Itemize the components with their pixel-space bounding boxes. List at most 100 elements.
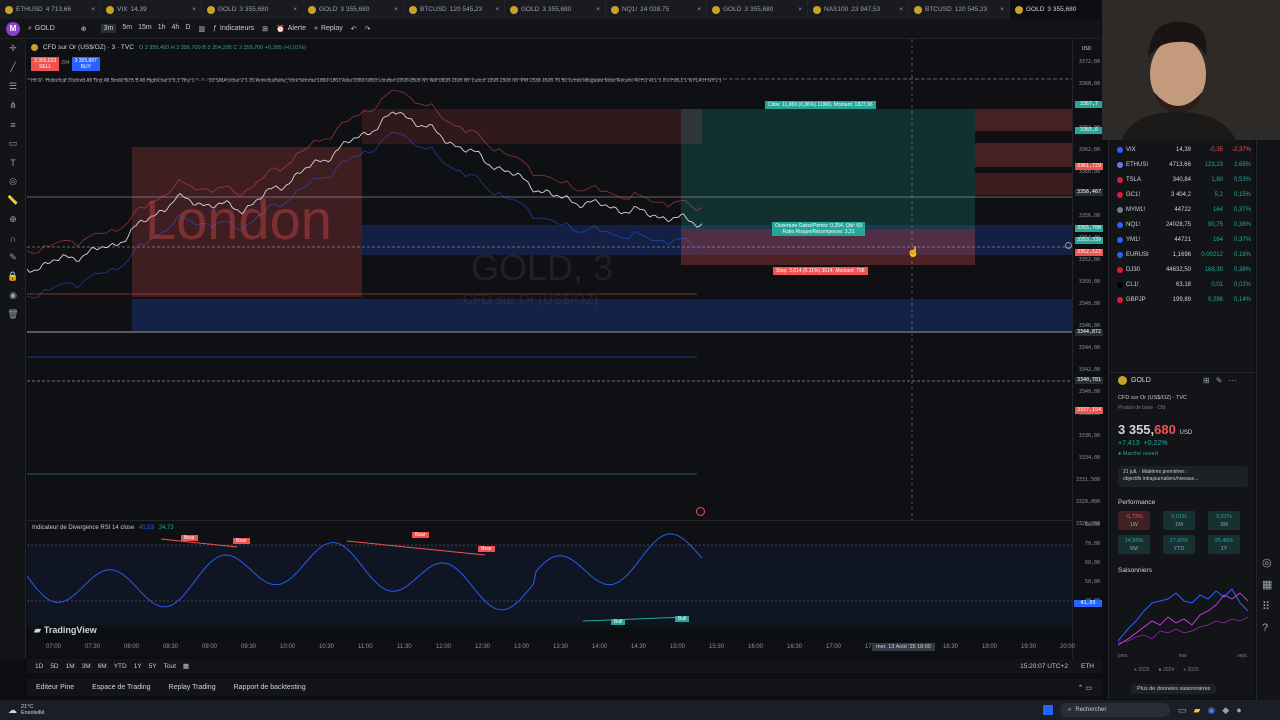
app-icon[interactable]: ● <box>1236 705 1241 716</box>
indicators-button[interactable]: ƒ Indicateurs <box>213 25 254 32</box>
close-icon[interactable]: × <box>192 6 196 13</box>
close-icon[interactable]: × <box>293 6 297 13</box>
performance-cell[interactable]: 35,45% 1Y <box>1208 535 1240 554</box>
more-icon[interactable]: ⋯ <box>1228 376 1236 385</box>
range-button[interactable]: 6M <box>98 663 107 670</box>
taskview-icon[interactable]: ▭ <box>1178 705 1187 716</box>
close-icon[interactable]: × <box>394 6 398 13</box>
sell-button[interactable]: 3 355,633 SELL <box>31 57 60 71</box>
watchlist-row[interactable]: EURUSI 1,1696 0,00212 0,18% <box>1109 247 1255 262</box>
bottom-tab[interactable]: Replay Trading <box>169 684 216 691</box>
add-symbol-icon[interactable]: ⊕ <box>81 25 87 33</box>
folder-icon[interactable]: ▰ <box>1194 705 1201 716</box>
horizontal-lines-icon[interactable]: ☰ <box>0 77 26 96</box>
position-label[interactable]: Ouverture Gains/Pertes: 0,354, Qté: 69 R… <box>772 222 865 236</box>
windows-start-icon[interactable] <box>1043 705 1053 715</box>
close-icon[interactable]: × <box>1000 6 1004 13</box>
text-icon[interactable]: T <box>0 153 26 172</box>
watchlist-row[interactable]: YM1! 44721 164 0,37% <box>1109 232 1255 247</box>
watchlist-row[interactable]: DJ30 44632,50 168,30 0,38% <box>1109 262 1255 277</box>
watchlist-row[interactable]: TSLA 340,84 1,80 0,53% <box>1109 172 1255 187</box>
symbol-search[interactable]: ⌕ GOLD <box>28 25 55 33</box>
close-icon[interactable]: × <box>899 6 903 13</box>
crosshair-icon[interactable]: ✛ <box>0 39 26 58</box>
session-toggle[interactable]: ETH <box>1081 663 1094 670</box>
symbol-tab[interactable]: BTCUSD 120 545,23 × <box>909 0 1010 19</box>
symbol-tab[interactable]: NQ1! 24 028,75 × <box>606 0 707 19</box>
avatar[interactable]: M <box>6 21 20 36</box>
performance-cell[interactable]: -0,73% 1W <box>1118 511 1150 530</box>
watchlist-row[interactable]: GC1! 3 404,2 5,2 0,15% <box>1109 187 1255 202</box>
watchlist-row[interactable]: NQ1! 24028,75 90,75 0,38% <box>1109 217 1255 232</box>
symbol-tab[interactable]: VIX 14,39 × <box>101 0 202 19</box>
range-button[interactable]: 1Y <box>134 663 142 670</box>
magnet-icon[interactable]: ∩ <box>0 229 26 248</box>
grid-icon[interactable]: ⊞ <box>1203 376 1210 385</box>
pitchfork-icon[interactable]: ⋔ <box>0 96 26 115</box>
redo-icon[interactable]: ↷ <box>365 25 371 33</box>
app-icon[interactable]: ◆ <box>1222 705 1229 716</box>
time-axis[interactable]: 20:0019:3019:0018:3018:0017:3017:0016:30… <box>27 642 1075 655</box>
bottom-tab[interactable]: Rapport de backtesting <box>234 684 306 691</box>
bottom-tab[interactable]: Editeur Pine <box>36 684 74 691</box>
close-icon[interactable]: × <box>697 6 701 13</box>
eye-icon[interactable]: ◉ <box>0 286 26 305</box>
timeframe-button[interactable]: 5m <box>122 24 132 33</box>
apps-icon[interactable]: ⠿ <box>1262 600 1272 613</box>
pattern-icon[interactable]: ◎ <box>0 172 26 191</box>
watchlist-row[interactable]: ETHUSI 4713,66 123,23 2,68% <box>1109 157 1255 172</box>
add-alert-icon[interactable] <box>1065 242 1072 249</box>
symbol-tab[interactable]: GOLD3 355,680 × <box>707 0 808 19</box>
help-icon[interactable]: ? <box>1262 622 1272 634</box>
timeframe-button[interactable]: D <box>185 24 190 33</box>
close-icon[interactable]: × <box>798 6 802 13</box>
rsi-panel[interactable]: Indicateur de Divergence RSI 14 close 41… <box>27 520 1072 635</box>
news-card[interactable]: 21 juil. · Matières premières : objectif… <box>1118 466 1248 487</box>
timeframe-button[interactable]: 15m <box>138 24 152 33</box>
bottom-tab[interactable]: Espace de Trading <box>92 684 150 691</box>
taskbar-search[interactable]: ⌕ Rechercher <box>1060 703 1170 717</box>
timeframe-button[interactable]: 1h <box>158 24 166 33</box>
more-seasonal-button[interactable]: Plus de données saisonnières <box>1131 684 1217 694</box>
calendar-icon[interactable]: ▦ <box>183 662 189 670</box>
alert-button[interactable]: ⏰ Alerte <box>276 25 306 33</box>
watchlist-row[interactable]: CL1! 63,18 0,01 0,02% <box>1109 277 1255 292</box>
buy-button[interactable]: 3 355,887 BUY <box>71 57 100 71</box>
trendline-icon[interactable]: ╱ <box>0 58 26 77</box>
range-button[interactable]: 5D <box>50 663 58 670</box>
browser-icon[interactable]: ◉ <box>1207 705 1215 716</box>
range-button[interactable]: 5Y <box>149 663 157 670</box>
performance-cell[interactable]: 0,01% 1M <box>1163 511 1195 530</box>
watchlist-row[interactable]: VIX 14,39 -0,35 -2,37% <box>1109 142 1255 157</box>
weather-widget[interactable]: ☁ 21°C Ensoleillé <box>0 704 45 716</box>
performance-cell[interactable]: 5,61% 3M <box>1208 511 1240 530</box>
edit-icon[interactable]: ✎ <box>1216 376 1223 385</box>
fib-icon[interactable]: ≡ <box>0 115 26 134</box>
undo-icon[interactable]: ↶ <box>351 25 357 33</box>
timeframe-button[interactable]: 3m <box>100 24 117 33</box>
symbol-tab[interactable]: ETHUSD 4 713,66 × <box>0 0 101 19</box>
range-button[interactable]: YTD <box>114 663 127 670</box>
pencil-icon[interactable]: ✎ <box>0 248 26 267</box>
replay-button[interactable]: « Replay <box>314 25 343 32</box>
range-button[interactable]: 1M <box>66 663 75 670</box>
performance-cell[interactable]: 27,90% YTD <box>1163 535 1195 554</box>
symbol-tab[interactable]: GOLD3 355,680 × <box>202 0 303 19</box>
rectangle-icon[interactable]: ▭ <box>0 134 26 153</box>
zoom-icon[interactable]: ⊕ <box>0 210 26 229</box>
trash-icon[interactable]: 🗑 <box>0 305 26 324</box>
event-marker-icon[interactable] <box>696 507 705 516</box>
timeframe-button[interactable]: 4h <box>172 24 180 33</box>
range-button[interactable]: Tout <box>164 663 176 670</box>
close-icon[interactable]: × <box>495 6 499 13</box>
close-icon[interactable]: × <box>596 6 600 13</box>
range-button[interactable]: 1D <box>35 663 43 670</box>
layout-icon[interactable]: ⊞ <box>262 25 268 33</box>
watchlist-row[interactable]: GBPJP 199,89 0,286 0,14% <box>1109 292 1255 307</box>
range-button[interactable]: 3M <box>82 663 91 670</box>
lock-icon[interactable]: 🔒 <box>0 267 26 286</box>
panel-toggle-icon[interactable]: ⌃ ▭ <box>1078 684 1092 692</box>
ruler-icon[interactable]: 📏 <box>0 191 26 210</box>
symbol-tab[interactable]: GOLD3 355,680 × <box>505 0 606 19</box>
candle-type-icon[interactable]: ▥ <box>198 25 205 33</box>
